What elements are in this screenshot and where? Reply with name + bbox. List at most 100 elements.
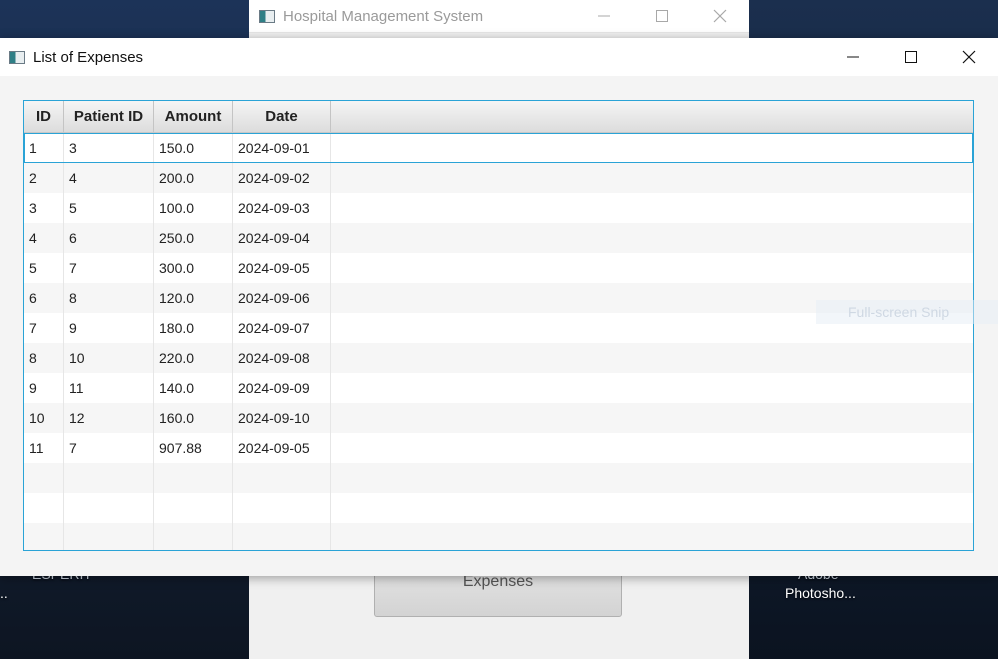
table-cell: 6 bbox=[64, 223, 154, 253]
maximize-icon[interactable] bbox=[633, 0, 691, 32]
table-cell: 4 bbox=[64, 163, 154, 193]
table-cell: 3 bbox=[64, 133, 154, 163]
table-cell-filler bbox=[331, 193, 973, 223]
table-row[interactable]: 1 3 150.0 2024-09-01 bbox=[24, 133, 973, 163]
table-cell: 8 bbox=[24, 343, 64, 373]
table-cell: 120.0 bbox=[154, 283, 233, 313]
table-cell: 7 bbox=[64, 433, 154, 463]
table-cell: 140.0 bbox=[154, 373, 233, 403]
table-cell bbox=[24, 523, 64, 550]
back-window-title: Hospital Management System bbox=[283, 7, 484, 25]
table-cell: 3 bbox=[24, 193, 64, 223]
expenses-table[interactable]: ID Patient ID Amount Date 1 3 150.0 2024-09… bbox=[23, 100, 974, 551]
close-icon bbox=[962, 50, 976, 64]
table-cell bbox=[233, 463, 331, 493]
close-button[interactable] bbox=[940, 38, 998, 76]
table-cell: 7 bbox=[64, 253, 154, 283]
back-window-titlebar[interactable]: Hospital Management System bbox=[249, 0, 749, 33]
table-cell: 5 bbox=[64, 193, 154, 223]
table-cell: 150.0 bbox=[154, 133, 233, 163]
minimize-icon[interactable] bbox=[575, 0, 633, 32]
table-cell bbox=[24, 493, 64, 523]
table-cell bbox=[154, 463, 233, 493]
table-header: ID Patient ID Amount Date bbox=[24, 101, 973, 133]
table-cell-filler bbox=[331, 493, 973, 523]
minimize-button[interactable] bbox=[824, 38, 882, 76]
table-cell: 907.88 bbox=[154, 433, 233, 463]
table-cell: 6 bbox=[24, 283, 64, 313]
table-cell-filler bbox=[331, 433, 973, 463]
table-cell-filler bbox=[331, 163, 973, 193]
table-row[interactable]: 9 11 140.0 2024-09-09 bbox=[24, 373, 973, 403]
app-window-icon bbox=[9, 50, 25, 64]
table-cell bbox=[154, 523, 233, 550]
table-cell: 300.0 bbox=[154, 253, 233, 283]
table-cell-filler bbox=[331, 403, 973, 433]
column-header-amount[interactable]: Amount bbox=[154, 101, 233, 132]
table-cell bbox=[233, 493, 331, 523]
table-cell-filler bbox=[331, 343, 973, 373]
table-cell-filler bbox=[331, 223, 973, 253]
table-cell: 5 bbox=[24, 253, 64, 283]
table-cell bbox=[64, 493, 154, 523]
table-cell-filler bbox=[331, 463, 973, 493]
table-cell-filler bbox=[331, 253, 973, 283]
table-cell bbox=[24, 463, 64, 493]
table-cell: 180.0 bbox=[154, 313, 233, 343]
table-cell: 2024-09-10 bbox=[233, 403, 331, 433]
table-row[interactable]: 4 6 250.0 2024-09-04 bbox=[24, 223, 973, 253]
table-cell-filler bbox=[331, 133, 973, 163]
table-row[interactable] bbox=[24, 523, 973, 550]
table-cell-filler bbox=[331, 523, 973, 550]
table-cell-filler bbox=[331, 373, 973, 403]
column-header-patient-id[interactable]: Patient ID bbox=[64, 101, 154, 132]
desktop-icon-label-photoshop[interactable]: Photosho... bbox=[785, 585, 856, 601]
table-cell bbox=[154, 493, 233, 523]
table-row[interactable]: 5 7 300.0 2024-09-05 bbox=[24, 253, 973, 283]
table-cell: 250.0 bbox=[154, 223, 233, 253]
table-cell: 9 bbox=[24, 373, 64, 403]
app-window-icon bbox=[259, 9, 275, 23]
table-cell: 8 bbox=[64, 283, 154, 313]
table-cell: 2024-09-09 bbox=[233, 373, 331, 403]
table-cell: 2 bbox=[24, 163, 64, 193]
table-cell: 2024-09-01 bbox=[233, 133, 331, 163]
column-header-filler bbox=[331, 101, 973, 132]
column-header-id[interactable]: ID bbox=[24, 101, 64, 132]
table-cell: 2024-09-07 bbox=[233, 313, 331, 343]
table-row[interactable]: 10 12 160.0 2024-09-10 bbox=[24, 403, 973, 433]
table-cell: 12 bbox=[64, 403, 154, 433]
snip-tooltip: Full-screen Snip bbox=[816, 300, 998, 324]
table-cell: 9 bbox=[64, 313, 154, 343]
table-body: 1 3 150.0 2024-09-01 2 4 200.0 2024-09-02 3 5 100.… bbox=[24, 133, 973, 550]
table-row[interactable]: 8 10 220.0 2024-09-08 bbox=[24, 343, 973, 373]
table-cell: 2024-09-05 bbox=[233, 253, 331, 283]
table-row[interactable]: 3 5 100.0 2024-09-03 bbox=[24, 193, 973, 223]
table-cell: 200.0 bbox=[154, 163, 233, 193]
table-cell bbox=[233, 523, 331, 550]
table-row[interactable] bbox=[24, 463, 973, 493]
table-row[interactable]: 2 4 200.0 2024-09-02 bbox=[24, 163, 973, 193]
window-titlebar[interactable]: List of Expenses bbox=[0, 38, 998, 76]
table-cell: 2024-09-02 bbox=[233, 163, 331, 193]
table-cell: 1 bbox=[24, 133, 64, 163]
table-cell: 11 bbox=[64, 373, 154, 403]
window-title: List of Expenses bbox=[33, 48, 144, 66]
table-row[interactable]: 11 7 907.88 2024-09-05 bbox=[24, 433, 973, 463]
table-cell: 4 bbox=[24, 223, 64, 253]
table-cell bbox=[64, 523, 154, 550]
table-row[interactable] bbox=[24, 493, 973, 523]
maximize-icon bbox=[905, 51, 917, 63]
column-header-date[interactable]: Date bbox=[233, 101, 331, 132]
table-cell: 100.0 bbox=[154, 193, 233, 223]
minimize-icon bbox=[847, 56, 859, 58]
table-cell bbox=[64, 463, 154, 493]
table-cell: 2024-09-04 bbox=[233, 223, 331, 253]
close-icon[interactable] bbox=[691, 0, 749, 32]
table-cell: 7 bbox=[24, 313, 64, 343]
table-cell: 2024-09-08 bbox=[233, 343, 331, 373]
table-cell: 2024-09-05 bbox=[233, 433, 331, 463]
maximize-button[interactable] bbox=[882, 38, 940, 76]
table-cell: 2024-09-03 bbox=[233, 193, 331, 223]
table-cell: 11 bbox=[24, 433, 64, 463]
